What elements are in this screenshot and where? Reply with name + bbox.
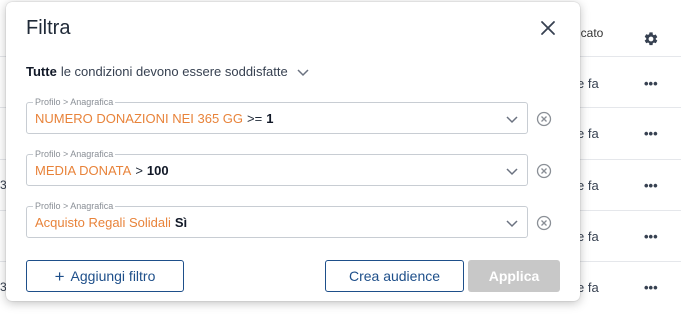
chevron-down-icon[interactable] — [505, 112, 519, 126]
filter-operator: >= — [247, 111, 263, 126]
gear-icon[interactable] — [643, 31, 659, 47]
row-menu-button[interactable]: ••• — [644, 76, 658, 91]
conditions-selector[interactable]: Tutte le condizioni devono essere soddis… — [26, 64, 310, 79]
chevron-down-icon — [297, 68, 309, 76]
filter-value-text: Sì — [174, 215, 188, 230]
filter-category-label: Profilo > Anagrafica — [33, 96, 116, 108]
filter-select[interactable]: Profilo > Anagrafica Acquisto Regali Sol… — [26, 200, 528, 238]
table-cell: e fa — [577, 126, 599, 141]
row-menu-button[interactable]: ••• — [644, 229, 658, 244]
filter-select[interactable]: Profilo > Anagrafica NUMERO DONAZIONI NE… — [26, 96, 528, 134]
filter-select[interactable]: Profilo > Anagrafica MEDIA DONATA >100 — [26, 148, 528, 186]
filter-value-text: 1 — [266, 111, 274, 126]
row-menu-button[interactable]: ••• — [644, 280, 658, 295]
filter-dialog: Filtra Tutte le condizioni devono essere… — [6, 2, 580, 301]
plus-icon: + — [54, 266, 65, 286]
filter-field: MEDIA DONATA — [35, 163, 132, 178]
filter-field: Acquisto Regali Solidali — [35, 215, 171, 230]
remove-filter-icon[interactable] — [536, 163, 552, 179]
row-menu-button[interactable]: ••• — [644, 126, 658, 141]
dialog-title: Filtra — [26, 17, 71, 39]
chevron-down-icon[interactable] — [505, 216, 519, 230]
filter-category-label: Profilo > Anagrafica — [33, 148, 116, 160]
filter-value: MEDIA DONATA >100 — [35, 163, 169, 178]
filter-category-label: Profilo > Anagrafica — [33, 200, 116, 212]
filter-operator: > — [135, 163, 143, 178]
remove-filter-icon[interactable] — [536, 111, 552, 127]
create-audience-button[interactable]: Crea audience — [325, 260, 464, 292]
conditions-text: le condizioni devono essere soddisfatte — [60, 64, 288, 79]
filter-value-text: 100 — [146, 163, 169, 178]
filter-value: NUMERO DONAZIONI NEI 365 GG >= 1 — [35, 111, 273, 126]
row-menu-button[interactable]: ••• — [644, 178, 658, 193]
chevron-down-icon[interactable] — [505, 164, 519, 178]
table-cell: e fa — [577, 280, 599, 295]
filter-value: Acquisto Regali Solidali Sì — [35, 215, 187, 230]
table-cell: e fa — [577, 76, 599, 91]
filter-field: NUMERO DONAZIONI NEI 365 GG — [35, 111, 244, 126]
conditions-mode: Tutte — [26, 64, 57, 79]
remove-filter-icon[interactable] — [536, 215, 552, 231]
table-cell: e fa — [577, 229, 599, 244]
apply-button[interactable]: Applica — [468, 260, 560, 292]
add-filter-label: Aggiungi filtro — [70, 268, 156, 284]
table-cell: e fa — [577, 178, 599, 193]
close-icon[interactable] — [538, 18, 558, 38]
add-filter-button[interactable]: + Aggiungi filtro — [26, 260, 184, 292]
